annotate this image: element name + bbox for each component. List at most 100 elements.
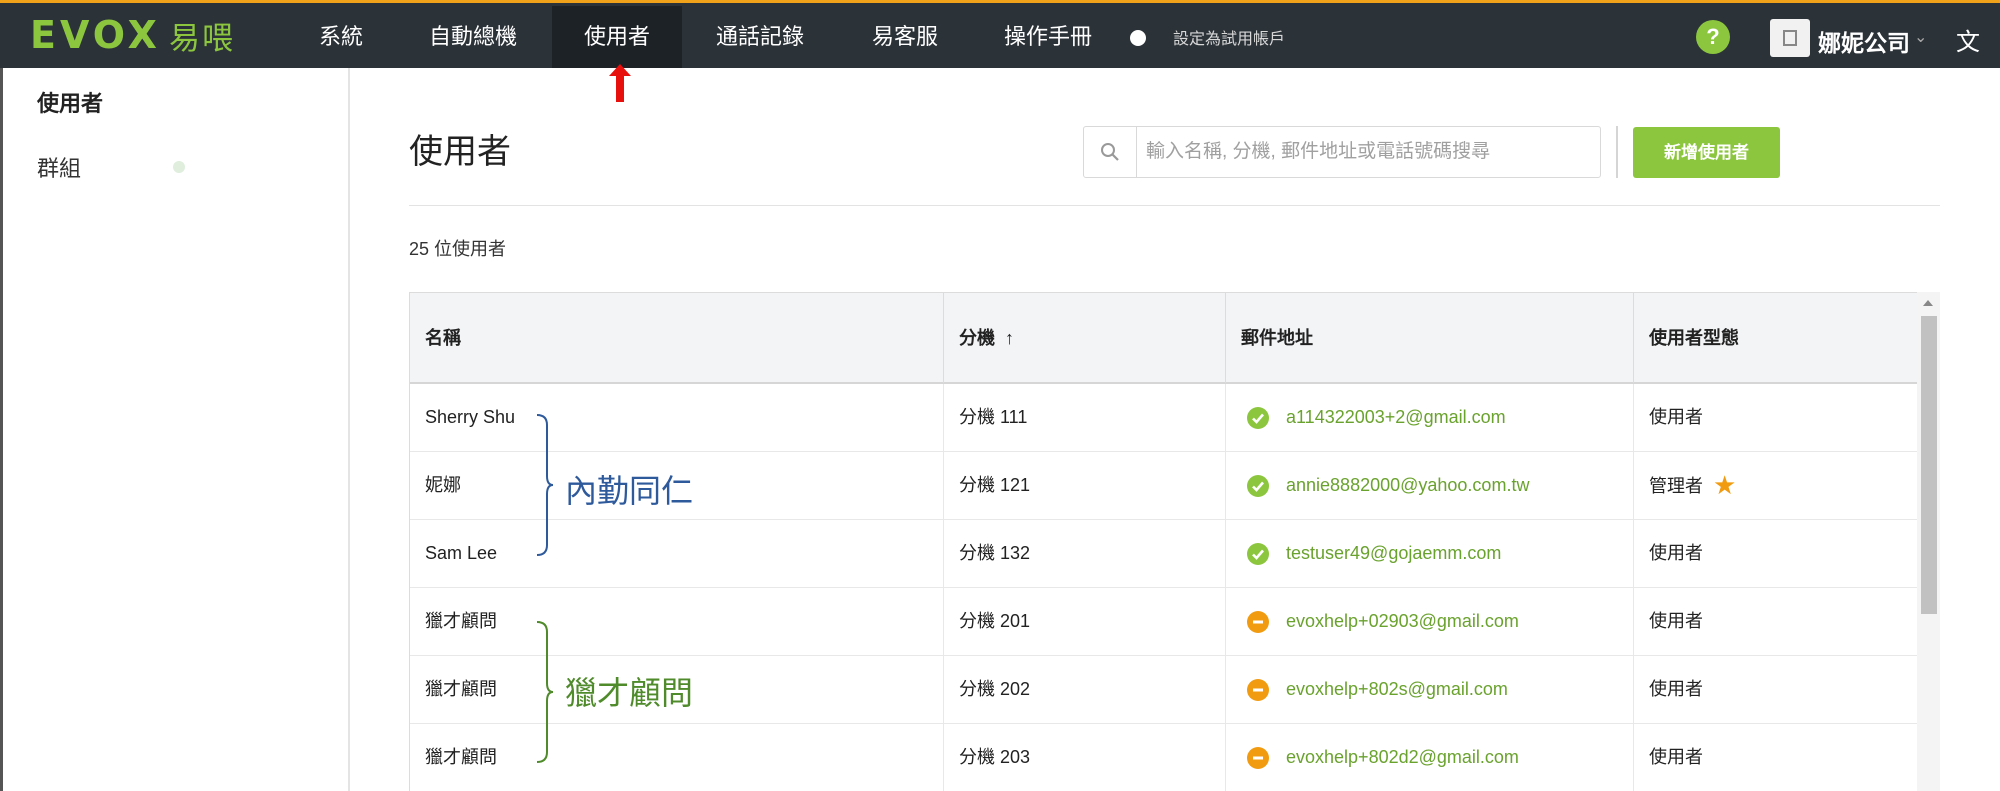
verified-check-icon: [1247, 543, 1269, 565]
cell-ext: 分機 201: [944, 588, 1226, 655]
column-header-ext-label: 分機: [959, 328, 995, 348]
translate-icon[interactable]: 文: [1956, 22, 1980, 57]
cell-email-text: a114322003+2@gmail.com: [1286, 407, 1506, 427]
verified-check-icon: [1247, 407, 1269, 429]
pending-status-icon: [1247, 611, 1269, 633]
cell-name-text: 獵才顧問: [425, 747, 497, 767]
table-scrollbar[interactable]: [1917, 292, 1940, 791]
verified-check-icon: [1247, 475, 1269, 497]
nav-easy-service[interactable]: 易客服: [852, 6, 958, 68]
nav-system[interactable]: 系統: [296, 6, 386, 68]
column-header-email[interactable]: 郵件地址: [1226, 293, 1634, 383]
cell-type-text: 使用者: [1649, 747, 1703, 767]
column-header-name[interactable]: 名稱: [410, 293, 944, 383]
nav-users[interactable]: 使用者: [552, 6, 682, 68]
cell-ext: 分機 132: [944, 520, 1226, 587]
sidebar-item-users[interactable]: 使用者: [37, 86, 103, 118]
column-header-email-label: 郵件地址: [1241, 328, 1313, 348]
nav-manual[interactable]: 操作手冊: [986, 6, 1110, 68]
search-input[interactable]: [1146, 127, 1592, 177]
sidebar-item-groups[interactable]: 群組: [37, 151, 81, 183]
evox-logo[interactable]: EVOX 易喂: [30, 13, 235, 57]
cell-email: a114322003+2@gmail.com: [1226, 384, 1634, 451]
cell-name-text: 妮娜: [425, 475, 461, 495]
table-row[interactable]: 獵才顧問 分機 203 evoxhelp+802d2@gmail.com 使用者: [410, 724, 1917, 791]
column-header-ext[interactable]: 分機 ↑: [944, 293, 1226, 383]
cell-type: 使用者: [1634, 724, 1917, 791]
header-divider: [409, 205, 1940, 206]
cell-email: evoxhelp+802s@gmail.com: [1226, 656, 1634, 723]
logo-text: EVOX: [30, 13, 161, 57]
cell-type: 使用者: [1634, 384, 1917, 451]
cell-email: annie8882000@yahoo.com.tw: [1226, 452, 1634, 519]
sidebar: 使用者 群組: [0, 68, 350, 791]
cell-email-text: evoxhelp+802d2@gmail.com: [1286, 747, 1519, 767]
scroll-up-arrow-icon[interactable]: [1923, 300, 1933, 306]
cell-email-text: annie8882000@yahoo.com.tw: [1286, 475, 1530, 495]
cell-ext-text: 分機 132: [959, 543, 1031, 563]
table-header: 名稱 分機 ↑ 郵件地址 使用者型態: [410, 292, 1917, 384]
help-icon[interactable]: ?: [1696, 20, 1730, 54]
admin-star-icon: ★: [1713, 470, 1737, 500]
pending-status-icon: [1247, 679, 1269, 701]
cell-ext: 分機 121: [944, 452, 1226, 519]
cell-type-text: 使用者: [1649, 407, 1703, 427]
brace-headhunters: [536, 621, 554, 763]
column-header-type[interactable]: 使用者型態: [1634, 293, 1917, 383]
trial-account-label[interactable]: 設定為試用帳戶: [1173, 25, 1285, 49]
cell-ext-text: 分機 111: [959, 407, 1028, 427]
cell-email-text: evoxhelp+02903@gmail.com: [1286, 611, 1519, 631]
table-row[interactable]: Sam Lee 分機 132 testuser49@gojaemm.com 使用者: [410, 520, 1917, 588]
cell-type-text: 管理者: [1649, 476, 1703, 496]
annotation-headhunters: 獵才顧問: [565, 675, 694, 711]
chevron-down-icon[interactable]: ⌄: [1914, 27, 1927, 47]
cell-type-text: 使用者: [1649, 611, 1703, 631]
cell-type: 使用者: [1634, 520, 1917, 587]
company-name[interactable]: 娜妮公司: [1818, 24, 1910, 58]
brace-office-staff: [536, 414, 554, 556]
cell-type: 使用者: [1634, 656, 1917, 723]
table-row[interactable]: Sherry Shu 分機 111 a114322003+2@gmail.com 使用…: [410, 384, 1917, 452]
building-icon[interactable]: [1770, 19, 1810, 57]
cell-ext-text: 分機 202: [959, 679, 1031, 699]
cell-email: evoxhelp+02903@gmail.com: [1226, 588, 1634, 655]
cell-name[interactable]: Sherry Shu: [410, 384, 944, 451]
cell-email: testuser49@gojaemm.com: [1226, 520, 1634, 587]
cell-name-text: Sherry Shu: [425, 407, 516, 427]
table-row[interactable]: 獵才顧問 分機 201 evoxhelp+02903@gmail.com 使用者: [410, 588, 1917, 656]
pending-status-icon: [1247, 747, 1269, 769]
search-icon[interactable]: [1084, 127, 1137, 177]
cell-name[interactable]: Sam Lee: [410, 520, 944, 587]
users-table: 名稱 分機 ↑ 郵件地址 使用者型態 Sherry Shu 分機 111 a11432…: [409, 292, 1917, 791]
cell-name-text: Sam Lee: [425, 543, 498, 563]
cell-email-text: evoxhelp+802s@gmail.com: [1286, 679, 1508, 699]
sort-ascending-icon: ↑: [1005, 328, 1014, 348]
cell-ext: 分機 111: [944, 384, 1226, 451]
cell-email: evoxhelp+802d2@gmail.com: [1226, 724, 1634, 791]
cell-type: 使用者: [1634, 588, 1917, 655]
cell-type-text: 使用者: [1649, 679, 1703, 699]
add-user-button[interactable]: 新增使用者: [1633, 127, 1780, 178]
column-header-type-label: 使用者型態: [1649, 328, 1739, 348]
annotation-office-staff: 內勤同仁: [565, 473, 694, 509]
trial-toggle[interactable]: [1130, 30, 1146, 46]
cell-name-text: 獵才顧問: [425, 679, 497, 699]
scroll-thumb[interactable]: [1921, 316, 1937, 614]
cell-ext-text: 分機 201: [959, 611, 1031, 631]
cell-type-text: 使用者: [1649, 543, 1703, 563]
cell-email-text: testuser49@gojaemm.com: [1286, 543, 1502, 563]
cell-name[interactable]: 獵才顧問: [410, 724, 944, 791]
cell-ext: 分機 203: [944, 724, 1226, 791]
top-nav-bar: EVOX 易喂 系統 自動總機 使用者 通話記錄 易客服 操作手冊 設定為試用帳…: [0, 0, 2000, 68]
cell-name-text: 獵才顧問: [425, 611, 497, 631]
cell-ext-text: 分機 121: [959, 475, 1031, 495]
cell-type: 管理者 ★: [1634, 452, 1917, 519]
cell-name[interactable]: 獵才顧問: [410, 588, 944, 655]
cell-ext: 分機 202: [944, 656, 1226, 723]
logo-chinese-text: 易喂: [168, 20, 235, 56]
user-count: 25 位使用者: [409, 239, 507, 259]
nav-auto-attendant[interactable]: 自動總機: [406, 6, 540, 68]
nav-call-records[interactable]: 通話記錄: [700, 6, 820, 68]
toolbar-divider: [1616, 126, 1618, 178]
status-dot-icon: [173, 161, 185, 173]
